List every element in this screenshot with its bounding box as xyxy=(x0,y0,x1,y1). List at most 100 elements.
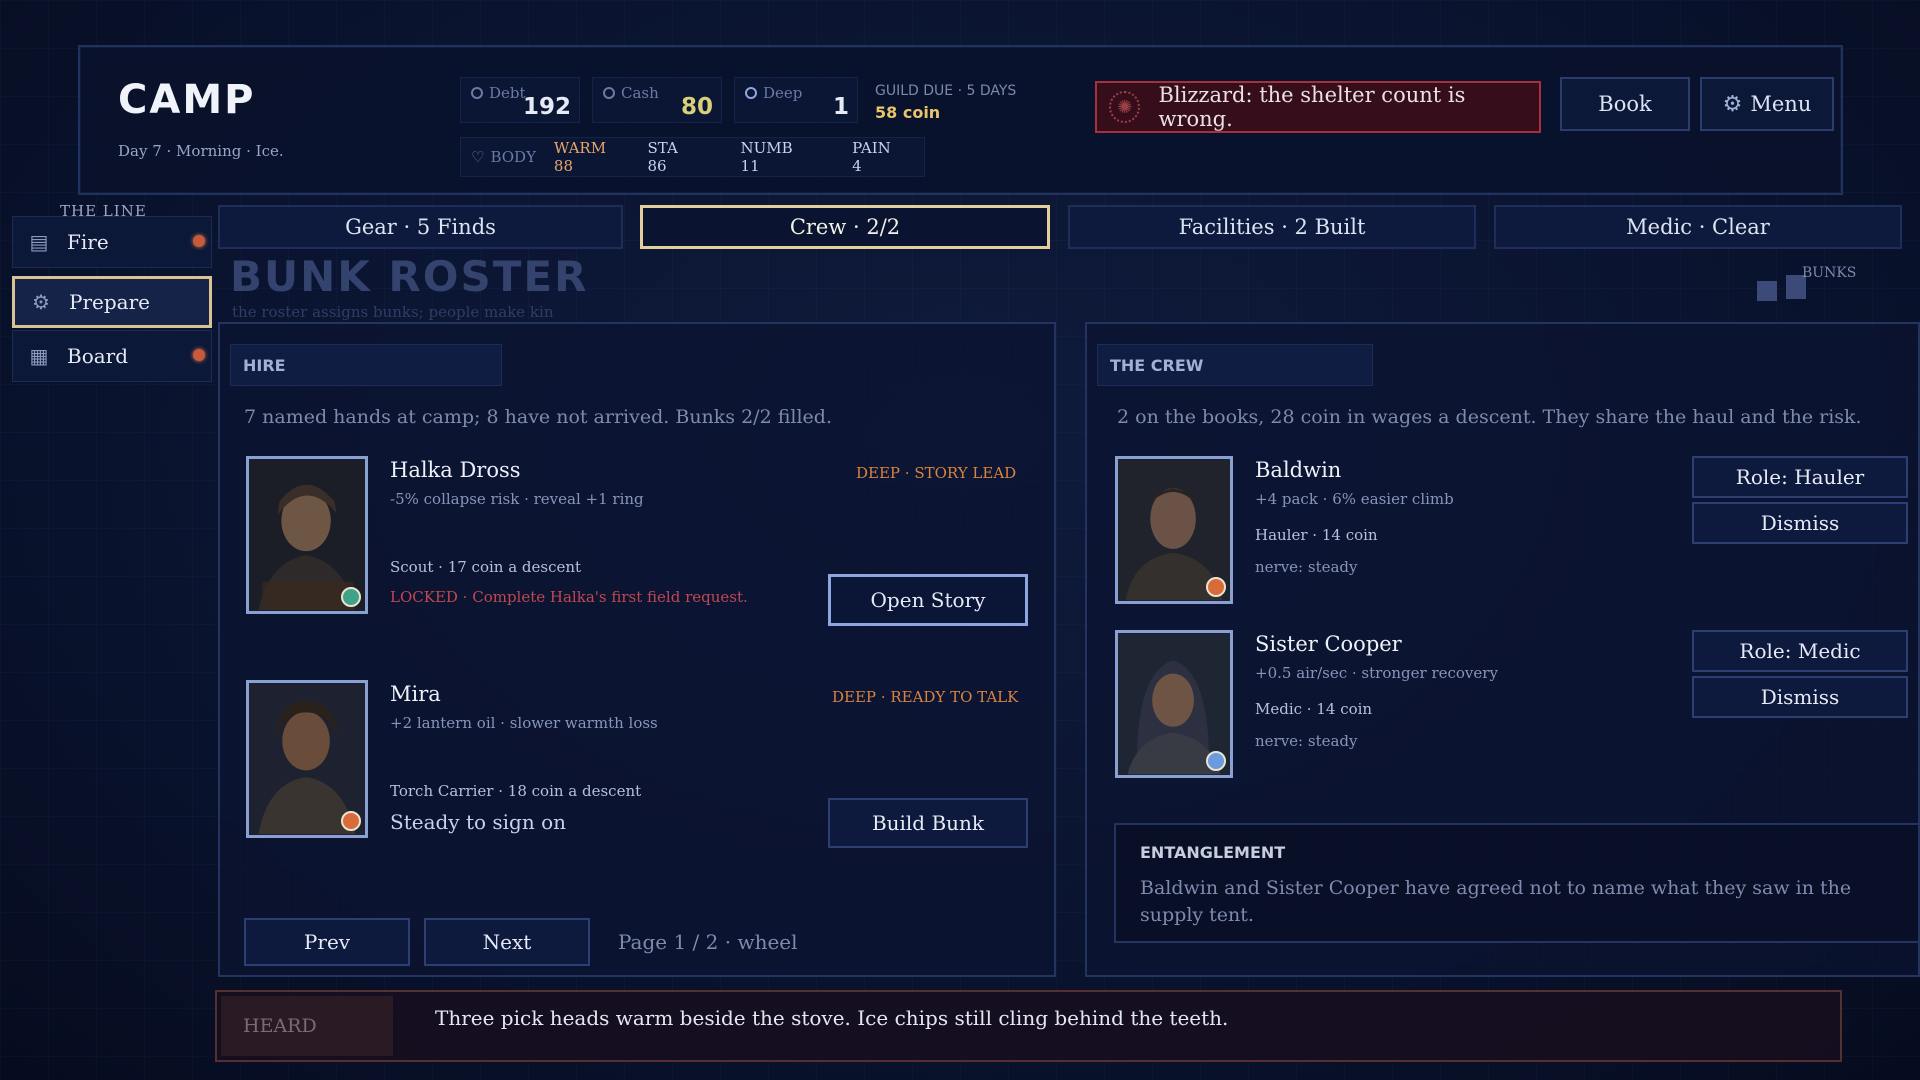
crew-role: Hauler · 14 coin xyxy=(1255,526,1378,544)
page-indicator: Page 1 / 2 · wheel xyxy=(618,930,798,954)
tab-label: Gear · 5 Finds xyxy=(345,215,496,239)
build-bunk-button[interactable]: Build Bunk xyxy=(828,798,1028,848)
sidebar-item-label: Fire xyxy=(67,230,109,254)
portrait-halka[interactable] xyxy=(246,456,368,614)
dismiss-cooper-button[interactable]: Dismiss xyxy=(1692,676,1908,718)
warning-gear-icon: ✺ xyxy=(1109,91,1141,123)
debt-value: 192 xyxy=(522,94,571,120)
crew-name: Sister Cooper xyxy=(1255,632,1402,656)
heard-message: Three pick heads warm beside the stove. … xyxy=(435,1006,1229,1030)
entanglement-card: ENTANGLEMENT Baldwin and Sister Cooper h… xyxy=(1114,823,1920,943)
hire-role: Scout · 17 coin a descent xyxy=(390,558,582,576)
gear-icon: ⚙ xyxy=(1722,91,1743,117)
debt-label: Debt xyxy=(489,84,526,102)
next-page-button[interactable]: Next xyxy=(424,918,590,966)
cash-label: Cash xyxy=(621,84,659,102)
hire-heading: HIRE xyxy=(230,344,502,386)
top-bar: CAMP Day 7 · Morning · Ice. Debt 192 Cas… xyxy=(78,45,1843,195)
weather-alert[interactable]: ✺ Blizzard: the shelter count is wrong. xyxy=(1095,81,1541,133)
stove-icon: ▤ xyxy=(29,230,49,254)
hire-name: Halka Dross xyxy=(390,458,521,482)
guild-due-value: 58 coin xyxy=(875,103,941,122)
book-label: Book xyxy=(1598,92,1652,116)
crew-nerve: nerve: steady xyxy=(1255,732,1358,750)
open-story-button[interactable]: Open Story xyxy=(828,574,1028,626)
numb-stat: NUMB 11 xyxy=(740,139,793,175)
hire-tag: DEEP · STORY LEAD xyxy=(856,464,1017,482)
body-stats: ♡ BODY WARM 88 STA 86 NUMB 11 PAIN 4 xyxy=(460,137,925,177)
crew-role: Medic · 14 coin xyxy=(1255,700,1373,718)
hire-description: 7 named hands at camp; 8 have not arrive… xyxy=(244,406,832,428)
cash-stat: Cash 80 xyxy=(592,77,722,123)
tab-facilities[interactable]: Facilities · 2 Built xyxy=(1068,205,1476,249)
stamina-stat: STA 86 xyxy=(647,139,678,175)
warm-stat: WARM 88 xyxy=(553,139,607,175)
body-label: BODY xyxy=(490,148,536,166)
deep-value: 1 xyxy=(832,94,849,120)
menu-button[interactable]: ⚙ Menu xyxy=(1700,77,1834,131)
depth-icon xyxy=(745,87,757,99)
hire-tag: DEEP · READY TO TALK xyxy=(832,688,1019,706)
cross-badge-icon xyxy=(1206,751,1226,771)
button-label: Build Bunk xyxy=(871,811,985,835)
entanglement-title: ENTANGLEMENT xyxy=(1140,843,1286,862)
bunks-label: BUNKS xyxy=(1802,265,1857,281)
button-label: Dismiss xyxy=(1760,685,1840,709)
role-medic-button[interactable]: Role: Medic xyxy=(1692,630,1908,672)
pain-stat: PAIN 4 xyxy=(852,139,891,175)
bunk-slot-icon xyxy=(1757,281,1777,301)
camp-subtitle: Day 7 · Morning · Ice. xyxy=(118,142,284,160)
sidebar-item-board[interactable]: ▦ Board xyxy=(12,330,212,382)
hire-role: Torch Carrier · 18 coin a descent xyxy=(390,782,642,800)
section-title: BUNK ROSTER xyxy=(230,252,589,301)
dismiss-baldwin-button[interactable]: Dismiss xyxy=(1692,502,1908,544)
tab-gear[interactable]: Gear · 5 Finds xyxy=(218,205,623,249)
heard-bar: HEARD Three pick heads warm beside the s… xyxy=(215,990,1842,1062)
hire-perks: +2 lantern oil · slower warmth loss xyxy=(390,714,658,732)
book-button[interactable]: Book xyxy=(1560,77,1690,131)
sidebar-item-label: Prepare xyxy=(69,290,150,314)
tab-medic[interactable]: Medic · Clear xyxy=(1494,205,1902,249)
crew-perks: +0.5 air/sec · stronger recovery xyxy=(1255,664,1498,682)
sidebar-item-prepare[interactable]: ⚙ Prepare xyxy=(12,276,212,328)
crew-description: 2 on the books, 28 coin in wages a desce… xyxy=(1117,406,1862,428)
portrait-baldwin[interactable] xyxy=(1115,456,1233,604)
button-label: Role: Hauler xyxy=(1735,465,1865,489)
sidebar-item-fire[interactable]: ▤ Fire xyxy=(12,216,212,268)
entanglement-text: Baldwin and Sister Cooper have agreed no… xyxy=(1140,877,1852,926)
heart-icon: ♡ xyxy=(471,148,485,166)
plus-badge-icon xyxy=(341,587,361,607)
grid-icon: ▦ xyxy=(29,344,49,368)
deep-label: Deep xyxy=(763,84,803,102)
gear-icon: ⚙ xyxy=(32,290,50,314)
tab-label: Crew · 2/2 xyxy=(789,215,901,239)
hire-status: Steady to sign on xyxy=(390,810,567,834)
prev-page-button[interactable]: Prev xyxy=(244,918,410,966)
button-label: Prev xyxy=(303,930,351,954)
button-label: Dismiss xyxy=(1760,511,1840,535)
hire-name: Mira xyxy=(390,682,441,706)
coin-icon xyxy=(603,87,615,99)
tab-crew[interactable]: Crew · 2/2 xyxy=(640,205,1050,249)
crew-heading: THE CREW xyxy=(1097,344,1373,386)
crew-name: Baldwin xyxy=(1255,458,1342,482)
heard-label: HEARD xyxy=(221,996,393,1056)
tab-label: Facilities · 2 Built xyxy=(1178,215,1366,239)
hire-perks: -5% collapse risk · reveal +1 ring xyxy=(390,490,644,508)
alert-text: Blizzard: the shelter count is wrong. xyxy=(1158,83,1466,131)
menu-label: Menu xyxy=(1750,92,1812,116)
portrait-mira[interactable] xyxy=(246,680,368,838)
alert-dot xyxy=(193,235,205,247)
camp-title: CAMP xyxy=(118,77,256,123)
cash-value: 80 xyxy=(680,94,713,120)
flame-badge-icon xyxy=(341,811,361,831)
role-hauler-button[interactable]: Role: Hauler xyxy=(1692,456,1908,498)
section-subtitle: the roster assigns bunks; people make ki… xyxy=(232,303,554,321)
flame-badge-icon xyxy=(1206,577,1226,597)
alert-dot xyxy=(193,349,205,361)
debt-icon xyxy=(471,87,483,99)
portrait-sister-cooper[interactable] xyxy=(1115,630,1233,778)
debt-stat: Debt 192 xyxy=(460,77,580,123)
button-label: Role: Medic xyxy=(1739,639,1861,663)
guild-due-label: GUILD DUE · 5 DAYS xyxy=(875,83,1017,99)
